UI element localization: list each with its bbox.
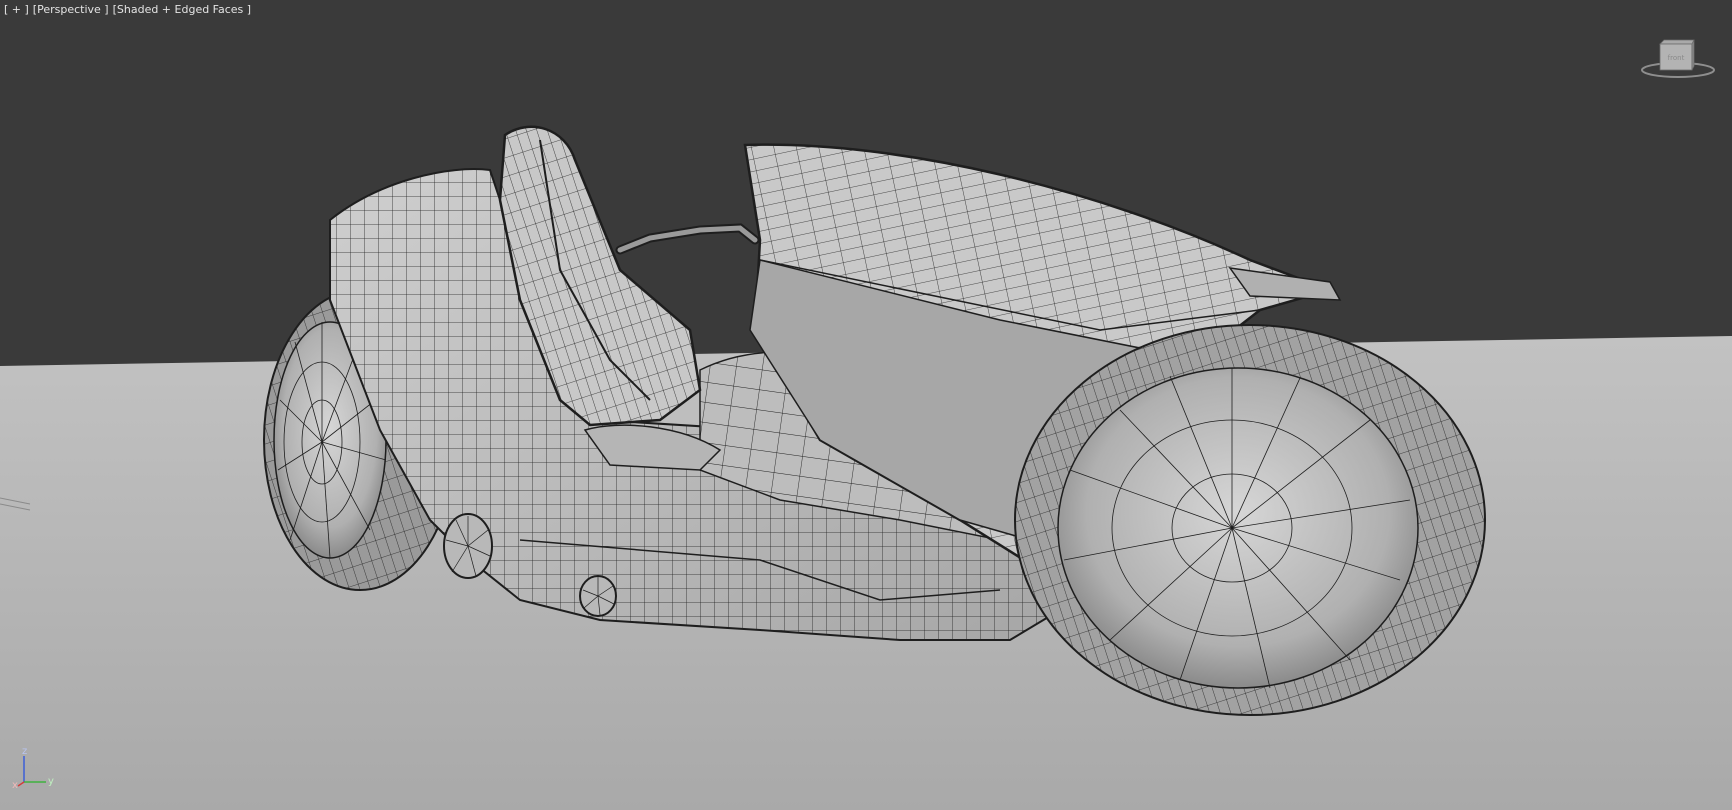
axis-y-label: y xyxy=(48,776,54,787)
axis-z-label: z xyxy=(22,746,27,757)
viewport-shading-menu[interactable]: [Shaded + Edged Faces ] xyxy=(113,3,251,16)
viewcube[interactable]: front xyxy=(1638,36,1718,82)
axis-tripod: z x y xyxy=(12,746,54,788)
viewport-plus-menu[interactable]: [ + ] xyxy=(4,3,29,16)
front-wheel[interactable] xyxy=(1014,324,1486,716)
scene-canvas[interactable] xyxy=(0,0,1732,810)
viewport-label-menu: [ + ] [Perspective ] [Shaded + Edged Fac… xyxy=(4,3,251,16)
side-disc-front[interactable] xyxy=(579,575,617,617)
side-disc-rear[interactable] xyxy=(443,513,493,579)
axis-x-line xyxy=(17,781,25,787)
axis-x-label: x xyxy=(12,780,18,788)
perspective-viewport[interactable]: [ + ] [Perspective ] [Shaded + Edged Fac… xyxy=(0,0,1732,810)
viewport-view-menu[interactable]: [Perspective ] xyxy=(33,3,109,16)
viewcube-face-label: front xyxy=(1668,54,1685,62)
